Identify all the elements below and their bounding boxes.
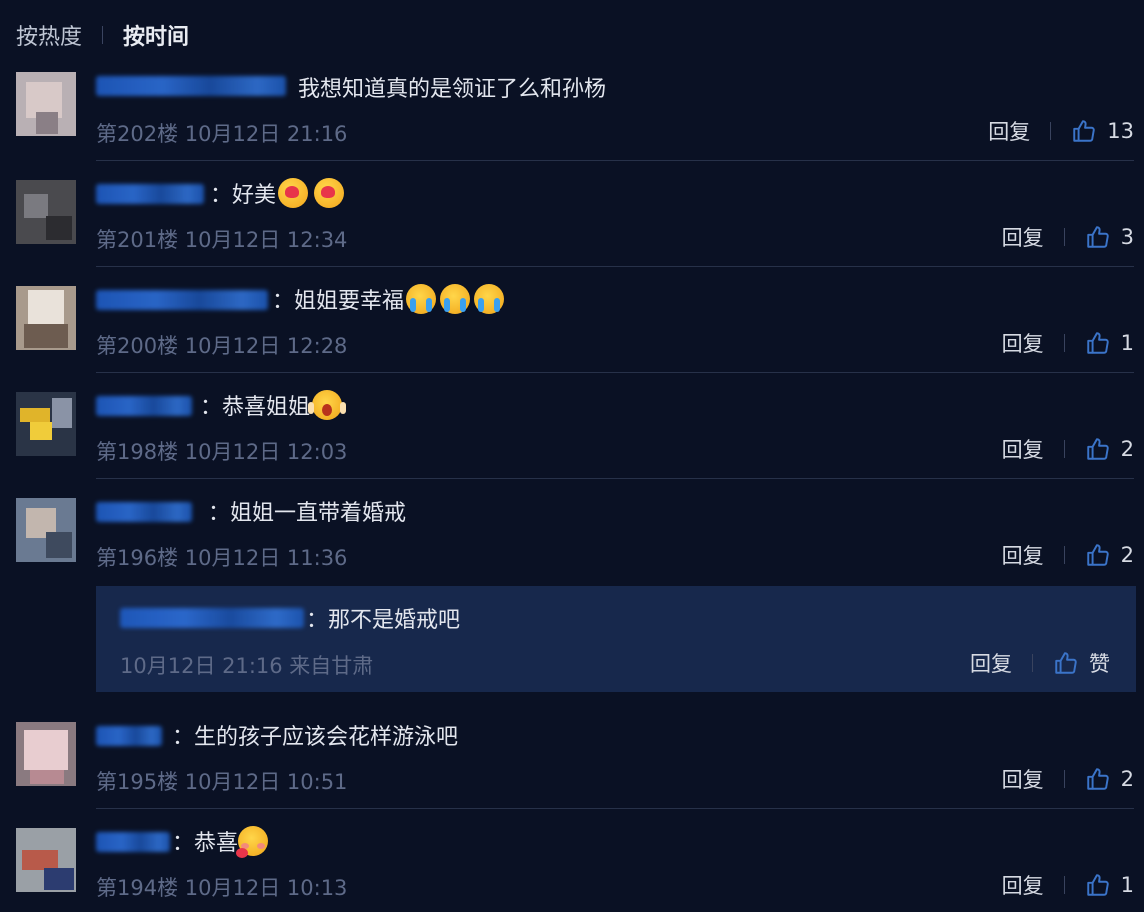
reply-button[interactable]: 回复 bbox=[1002, 540, 1044, 570]
comment-actions: 回复 2 bbox=[1002, 540, 1134, 570]
action-divider bbox=[1063, 440, 1065, 458]
kiss-heart-emoji bbox=[278, 178, 309, 208]
like-button[interactable]: 2 bbox=[1085, 542, 1134, 568]
reply-button[interactable]: 回复 bbox=[1002, 870, 1044, 900]
comment-text: ：好美 bbox=[210, 176, 345, 210]
reply-text: ：那不是婚戒吧 bbox=[306, 608, 461, 633]
comment-meta: 第196楼 10月12日 11:36 bbox=[96, 546, 348, 570]
crying-emoji bbox=[406, 284, 437, 314]
action-divider bbox=[1032, 654, 1033, 672]
comment-actions: 回复 2 bbox=[1002, 434, 1134, 464]
comment-divider bbox=[96, 266, 1134, 267]
thumbs-up-icon bbox=[1086, 226, 1109, 248]
username-blurred[interactable] bbox=[96, 502, 192, 522]
comment-text: ：恭喜姐姐 bbox=[200, 388, 347, 422]
screaming-emoji bbox=[308, 390, 347, 420]
username-blurred[interactable] bbox=[96, 290, 268, 310]
username-blurred[interactable] bbox=[96, 726, 162, 746]
comment-meta: 第201楼 10月12日 12:34 bbox=[96, 228, 348, 252]
crying-emoji bbox=[440, 284, 471, 314]
comment-text: ：姐姐一直带着婚戒 bbox=[208, 501, 407, 526]
username-blurred[interactable] bbox=[96, 832, 170, 852]
comment-text: 我想知道真的是领证了么和孙杨 bbox=[298, 77, 607, 102]
thumbs-up-icon bbox=[1086, 768, 1109, 790]
comment-divider bbox=[96, 478, 1134, 479]
like-button[interactable]: 1 bbox=[1085, 872, 1134, 898]
comment-actions: 回复 3 bbox=[1002, 222, 1134, 252]
sort-by-time-tab[interactable]: 按时间 bbox=[123, 19, 189, 51]
like-button[interactable]: 2 bbox=[1085, 436, 1134, 462]
reply-actions: 回复 赞 bbox=[970, 648, 1110, 678]
like-count: 2 bbox=[1120, 437, 1134, 461]
thumbs-up-icon bbox=[1086, 332, 1109, 354]
reply-button[interactable]: 回复 bbox=[1002, 222, 1044, 252]
comment-text: ：生的孩子应该会花样游泳吧 bbox=[172, 725, 459, 750]
like-button[interactable]: 赞 bbox=[1053, 648, 1110, 678]
comment-actions: 回复 2 bbox=[1002, 764, 1134, 794]
sub-reply: ：那不是婚戒吧 10月12日 21:16 来自甘肃 回复 赞 bbox=[96, 586, 1136, 692]
like-count: 2 bbox=[1120, 767, 1134, 791]
like-button[interactable]: 2 bbox=[1085, 766, 1134, 792]
username-blurred[interactable] bbox=[120, 608, 304, 628]
avatar[interactable] bbox=[16, 828, 76, 892]
like-count: 1 bbox=[1120, 331, 1134, 355]
thumbs-up-icon bbox=[1086, 438, 1109, 460]
comment-meta: 第202楼 10月12日 21:16 bbox=[96, 122, 348, 146]
username-blurred[interactable] bbox=[96, 76, 286, 96]
action-divider bbox=[1063, 228, 1065, 246]
thumbs-up-icon bbox=[1086, 544, 1109, 566]
username-blurred[interactable] bbox=[96, 184, 204, 204]
comment-actions: 回复 1 bbox=[1002, 870, 1134, 900]
like-count: 13 bbox=[1107, 119, 1134, 143]
avatar[interactable] bbox=[16, 180, 76, 244]
crying-emoji bbox=[474, 284, 505, 314]
reply-button[interactable]: 回复 bbox=[1002, 434, 1044, 464]
sort-by-hot-tab[interactable]: 按热度 bbox=[16, 19, 82, 51]
avatar[interactable] bbox=[16, 72, 76, 136]
sort-divider bbox=[102, 26, 104, 44]
comment-text: ：姐姐要幸福 bbox=[272, 282, 505, 316]
avatar[interactable] bbox=[16, 286, 76, 350]
kiss-heart-emoji bbox=[314, 178, 345, 208]
like-count: 2 bbox=[1120, 543, 1134, 567]
comment-meta: 第195楼 10月12日 10:51 bbox=[96, 770, 348, 794]
blushing-emoji bbox=[236, 826, 269, 858]
comment-divider bbox=[96, 372, 1134, 373]
username-blurred[interactable] bbox=[96, 396, 192, 416]
reply-button[interactable]: 回复 bbox=[1002, 328, 1044, 358]
comment-divider bbox=[96, 160, 1134, 161]
comment-meta: 第200楼 10月12日 12:28 bbox=[96, 334, 348, 358]
action-divider bbox=[1063, 770, 1065, 788]
like-button[interactable]: 3 bbox=[1085, 224, 1134, 250]
reply-button[interactable]: 回复 bbox=[988, 116, 1030, 146]
reply-button[interactable]: 回复 bbox=[1002, 764, 1044, 794]
avatar[interactable] bbox=[16, 392, 76, 456]
reply-meta: 10月12日 21:16 来自甘肃 bbox=[120, 654, 374, 678]
sort-bar: 按热度 按时间 bbox=[16, 18, 189, 52]
avatar[interactable] bbox=[16, 498, 76, 562]
comment-actions: 回复 13 bbox=[988, 116, 1134, 146]
like-label: 赞 bbox=[1089, 652, 1110, 676]
reply-button[interactable]: 回复 bbox=[970, 648, 1012, 678]
comment-text: ：恭喜 bbox=[172, 824, 269, 858]
thumbs-up-icon bbox=[1073, 120, 1095, 142]
comment-actions: 回复 1 bbox=[1002, 328, 1134, 358]
thumbs-up-icon bbox=[1086, 874, 1109, 896]
like-count: 3 bbox=[1120, 225, 1134, 249]
action-divider bbox=[1063, 876, 1065, 894]
action-divider bbox=[1050, 122, 1052, 140]
thumbs-up-icon bbox=[1055, 652, 1077, 674]
like-button[interactable]: 1 bbox=[1085, 330, 1134, 356]
like-button[interactable]: 13 bbox=[1071, 118, 1134, 144]
comment-meta: 第194楼 10月12日 10:13 bbox=[96, 876, 348, 900]
comment-meta: 第198楼 10月12日 12:03 bbox=[96, 440, 348, 464]
comment-divider bbox=[96, 808, 1134, 809]
action-divider bbox=[1063, 546, 1065, 564]
avatar[interactable] bbox=[16, 722, 76, 786]
like-count: 1 bbox=[1120, 873, 1134, 897]
action-divider bbox=[1063, 334, 1065, 352]
